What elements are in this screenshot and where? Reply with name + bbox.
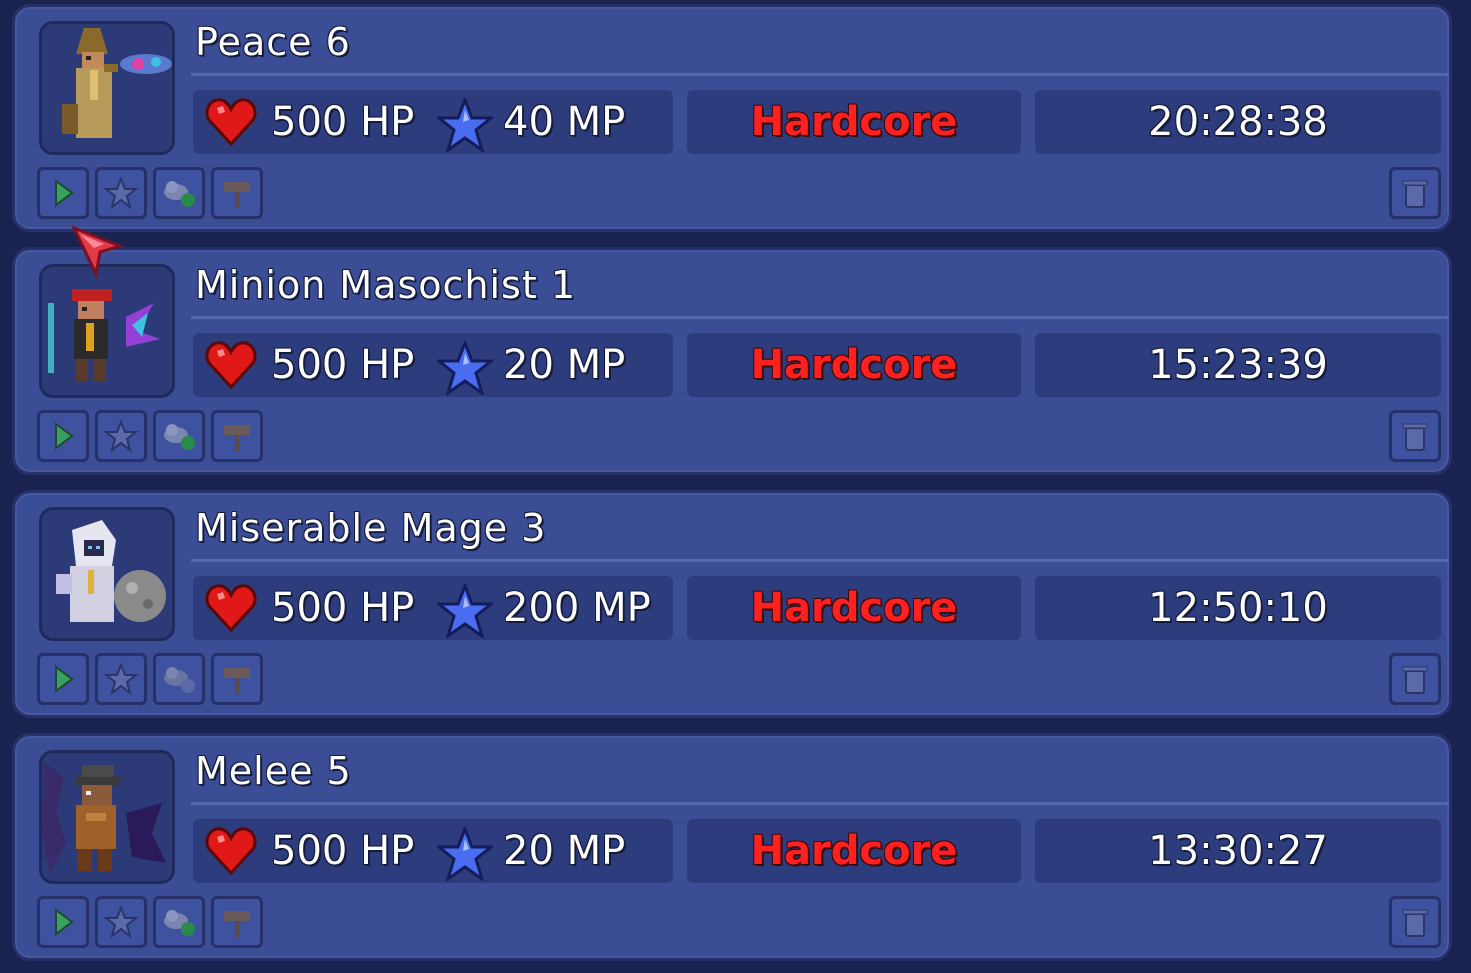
heart-icon xyxy=(205,827,257,875)
cloud-sync-icon xyxy=(164,424,195,450)
playtime-value: 15:23:39 xyxy=(1148,342,1328,388)
cloud-save-button[interactable] xyxy=(153,896,205,948)
difficulty-label: Hardcore xyxy=(750,828,958,874)
playtime-value: 20:28:38 xyxy=(1148,99,1328,145)
mana-star-icon xyxy=(437,584,493,638)
character-card-3[interactable]: Miserable Mage 3 500 HP 200 MP Hardcore … xyxy=(12,490,1452,718)
difficulty-label: Hardcore xyxy=(750,99,958,145)
character-card-4[interactable]: Melee 5 500 HP 20 MP Hardcore 13:30:27 xyxy=(12,733,1452,961)
hooded-white-mage-character-icon xyxy=(56,520,166,622)
character-portrait xyxy=(39,750,175,884)
character-name: Melee 5 xyxy=(195,749,352,793)
favorite-button[interactable] xyxy=(95,410,147,462)
heart-icon xyxy=(205,584,257,632)
star-outline-icon xyxy=(103,419,139,453)
play-icon xyxy=(55,422,74,450)
rename-button[interactable] xyxy=(211,167,263,219)
trash-icon xyxy=(1402,909,1428,937)
cloud-save-button[interactable] xyxy=(153,167,205,219)
favorite-button[interactable] xyxy=(95,653,147,705)
trash-icon xyxy=(1402,423,1428,451)
red-hat-summoner-character-icon xyxy=(48,289,160,381)
character-list: Peace 6 500 HP 40 MP Hardcore 20:28:38 M… xyxy=(0,0,1471,973)
divider xyxy=(191,316,1449,319)
divider xyxy=(191,802,1449,805)
character-card-2[interactable]: Minion Masochist 1 500 HP 20 MP Hardcore… xyxy=(12,247,1452,475)
trash-icon xyxy=(1402,666,1428,694)
favorite-button[interactable] xyxy=(95,896,147,948)
health-mana-panel: 500 HP 40 MP xyxy=(193,90,673,154)
play-icon xyxy=(55,665,74,693)
favorite-button[interactable] xyxy=(95,167,147,219)
signpost-icon xyxy=(224,911,250,937)
dark-armored-warrior-character-icon xyxy=(42,763,166,873)
play-icon xyxy=(55,908,74,936)
cloud-save-button[interactable] xyxy=(153,653,205,705)
character-name: Peace 6 xyxy=(195,20,351,64)
character-portrait xyxy=(39,21,175,155)
delete-button[interactable] xyxy=(1389,653,1441,705)
difficulty-panel: Hardcore xyxy=(687,90,1021,154)
play-icon xyxy=(55,179,74,207)
divider xyxy=(191,73,1449,76)
robed-mage-character-icon xyxy=(62,28,172,138)
star-outline-icon xyxy=(103,662,139,696)
rename-button[interactable] xyxy=(211,653,263,705)
playtime-value: 13:30:27 xyxy=(1148,828,1328,874)
difficulty-label: Hardcore xyxy=(750,342,958,388)
character-name: Minion Masochist 1 xyxy=(195,263,577,307)
divider xyxy=(191,559,1449,562)
cloud-sync-icon xyxy=(164,667,195,693)
hp-value: 500 HP xyxy=(271,342,415,388)
health-mana-panel: 500 HP 20 MP xyxy=(193,333,673,397)
signpost-icon xyxy=(224,425,250,451)
playtime-panel: 13:30:27 xyxy=(1035,819,1441,883)
character-name: Miserable Mage 3 xyxy=(195,506,547,550)
difficulty-panel: Hardcore xyxy=(687,819,1021,883)
playtime-panel: 15:23:39 xyxy=(1035,333,1441,397)
signpost-icon xyxy=(224,668,250,694)
play-button[interactable] xyxy=(37,896,89,948)
star-outline-icon xyxy=(103,905,139,939)
character-card-1[interactable]: Peace 6 500 HP 40 MP Hardcore 20:28:38 xyxy=(12,4,1452,232)
mp-value: 20 MP xyxy=(503,828,626,874)
heart-icon xyxy=(205,341,257,389)
playtime-panel: 20:28:38 xyxy=(1035,90,1441,154)
mp-value: 40 MP xyxy=(503,99,626,145)
mp-value: 200 MP xyxy=(503,585,651,631)
cloud-save-button[interactable] xyxy=(153,410,205,462)
character-portrait xyxy=(39,264,175,398)
mana-star-icon xyxy=(437,827,493,881)
health-mana-panel: 500 HP 200 MP xyxy=(193,576,673,640)
cloud-sync-icon xyxy=(164,910,195,936)
mana-star-icon xyxy=(437,341,493,395)
hp-value: 500 HP xyxy=(271,828,415,874)
cloud-sync-icon xyxy=(164,181,195,207)
delete-button[interactable] xyxy=(1389,896,1441,948)
star-outline-icon xyxy=(103,176,139,210)
difficulty-label: Hardcore xyxy=(750,585,958,631)
rename-button[interactable] xyxy=(211,410,263,462)
cursor-arrow-icon xyxy=(71,225,125,279)
heart-icon xyxy=(205,98,257,146)
hp-value: 500 HP xyxy=(271,99,415,145)
signpost-icon xyxy=(224,182,250,208)
play-button[interactable] xyxy=(37,410,89,462)
character-portrait xyxy=(39,507,175,641)
delete-button[interactable] xyxy=(1389,410,1441,462)
hp-value: 500 HP xyxy=(271,585,415,631)
rename-button[interactable] xyxy=(211,896,263,948)
health-mana-panel: 500 HP 20 MP xyxy=(193,819,673,883)
difficulty-panel: Hardcore xyxy=(687,576,1021,640)
delete-button[interactable] xyxy=(1389,167,1441,219)
play-button[interactable] xyxy=(37,167,89,219)
playtime-value: 12:50:10 xyxy=(1148,585,1328,631)
difficulty-panel: Hardcore xyxy=(687,333,1021,397)
playtime-panel: 12:50:10 xyxy=(1035,576,1441,640)
mp-value: 20 MP xyxy=(503,342,626,388)
mana-star-icon xyxy=(437,98,493,152)
trash-icon xyxy=(1402,180,1428,208)
play-button[interactable] xyxy=(37,653,89,705)
